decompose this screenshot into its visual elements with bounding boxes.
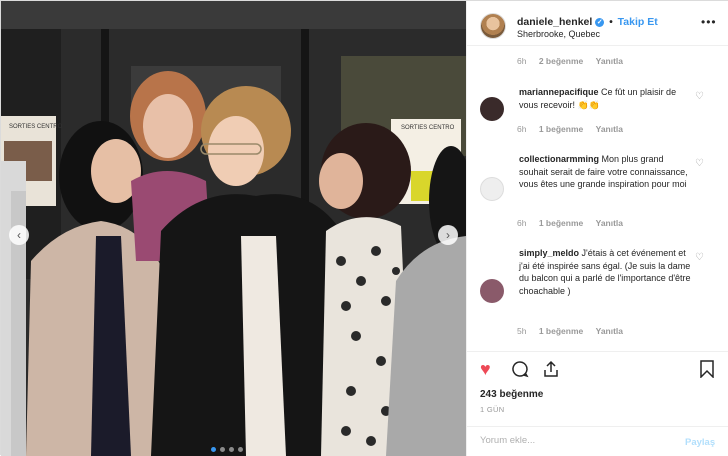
comment-text: collectionarmming Mon plus grand souhait… [519,153,695,191]
header-separator: • [609,17,613,28]
comment-meta: 5h 1 beğenme Yanıtla [517,326,633,336]
comment-likes[interactable]: 1 beğenme [539,218,583,228]
comment-time: 5h [517,326,527,336]
previous-photo-button[interactable]: ‹ [9,225,29,245]
comment-time: 6h [517,124,527,134]
caption-time: 6h [517,56,527,66]
poster-right-text: SORTIES CENTRO [401,125,455,131]
bookmark-icon[interactable] [699,360,715,381]
group-photo-illustration: SORTIES CENTRO SORTIES CENTRO [1,1,466,456]
follow-button[interactable]: Takip Et [618,16,658,28]
comment-meta: 6h 1 beğenme Yanıtla [517,124,633,134]
carousel-dot [229,447,234,452]
commenter-avatar[interactable] [480,97,504,121]
carousel-dot [211,447,216,452]
carousel-dot [220,447,225,452]
comment-reply-button[interactable]: Yanıtla [596,124,623,134]
comment-like-icon[interactable]: ♡ [695,252,704,263]
comment-text: simply_meldo J'étais à cet événement et … [519,247,695,297]
comment-bubble-icon[interactable] [511,360,529,381]
commenter-avatar[interactable] [480,279,504,303]
comment-meta: 6h 1 beğenme Yanıtla [517,218,633,228]
author-username[interactable]: daniele_henkel [517,16,592,28]
comment-likes[interactable]: 1 beğenme [539,124,583,134]
commenter-username[interactable]: collectionarmming [519,154,599,164]
comment-likes[interactable]: 1 beğenme [539,326,583,336]
post-actions: ♥ [467,351,728,389]
author-avatar[interactable] [480,13,506,39]
add-comment-bar: Paylaş [467,426,728,456]
carousel-dots [211,447,243,452]
post-comment-button[interactable]: Paylaş [685,437,715,448]
caption-reply-button[interactable]: Yanıtla [596,56,623,66]
poster-left-text: SORTIES CENTRO [9,124,63,130]
comment-like-icon[interactable]: ♡ [695,91,704,102]
commenter-username[interactable]: simply_meldo [519,248,579,258]
post-side-panel: daniele_henkel ✓ • Takip Et Sherbrooke, Q… [466,1,728,456]
comment-like-icon[interactable]: ♡ [695,158,704,169]
next-photo-button[interactable]: › [438,225,458,245]
comment-input[interactable] [480,435,670,446]
carousel-dot [238,447,243,452]
verified-badge-icon: ✓ [595,17,605,27]
comment-reply-button[interactable]: Yanıtla [596,218,623,228]
author-line: daniele_henkel ✓ • Takip Et [517,16,658,28]
commenter-avatar[interactable] [480,177,504,201]
caption-meta: 6h 2 beğenme Yanıtla [517,56,633,66]
post-header: daniele_henkel ✓ • Takip Et Sherbrooke, Q… [467,1,728,46]
share-icon[interactable] [542,360,560,381]
post-time-ago: 1 GÜN [480,405,505,414]
caption-likes[interactable]: 2 beğenme [539,56,583,66]
comment-text: mariannepacifique Ce fût un plaisir de v… [519,86,695,111]
comment-time: 6h [517,218,527,228]
comment-reply-button[interactable]: Yanıtla [596,326,623,336]
heart-filled-icon[interactable]: ♥ [480,360,491,378]
instagram-post: SORTIES CENTRO SORTIES CENTRO ‹ › daniel… [0,0,728,456]
like-count[interactable]: 243 beğenme [480,389,543,400]
commenter-username[interactable]: mariannepacifique [519,87,599,97]
more-options-icon[interactable]: ••• [701,15,717,29]
post-location[interactable]: Sherbrooke, Quebec [517,29,600,39]
post-photo[interactable]: SORTIES CENTRO SORTIES CENTRO ‹ › [1,1,466,456]
